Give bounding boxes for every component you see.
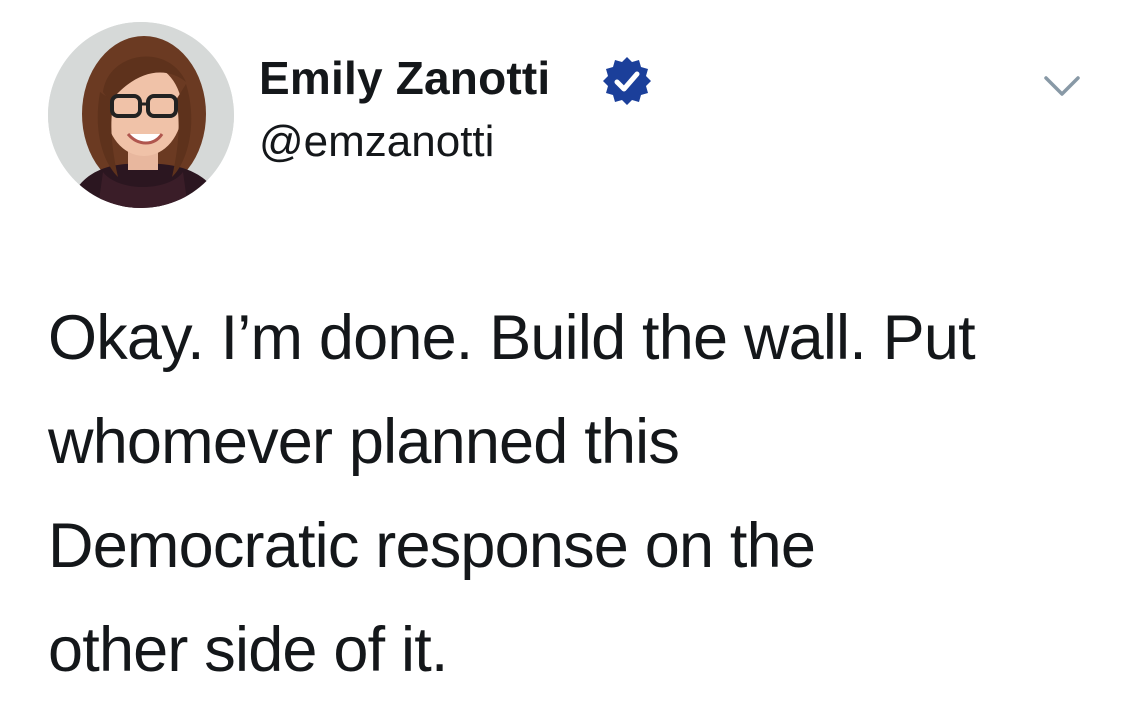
avatar[interactable] — [48, 22, 234, 208]
tweet-text: Okay. I’m done. Build the wall. Put whom… — [48, 286, 1098, 702]
user-handle[interactable]: @emzanotti — [259, 112, 494, 172]
verified-icon — [601, 55, 653, 107]
profile-photo-icon — [48, 22, 234, 208]
tweet-text-line: Okay. I’m done. Build the wall. Put — [48, 303, 976, 373]
chevron-down-icon[interactable] — [1036, 68, 1088, 108]
tweet-card: Emily Zanotti @emzanotti Okay. I’m done.… — [0, 0, 1125, 709]
tweet-text-line: other side of it. — [48, 615, 448, 685]
tweet-text-line: whomever planned this — [48, 407, 680, 477]
tweet-text-line: Democratic response on the — [48, 511, 816, 581]
display-name[interactable]: Emily Zanotti — [259, 48, 550, 108]
